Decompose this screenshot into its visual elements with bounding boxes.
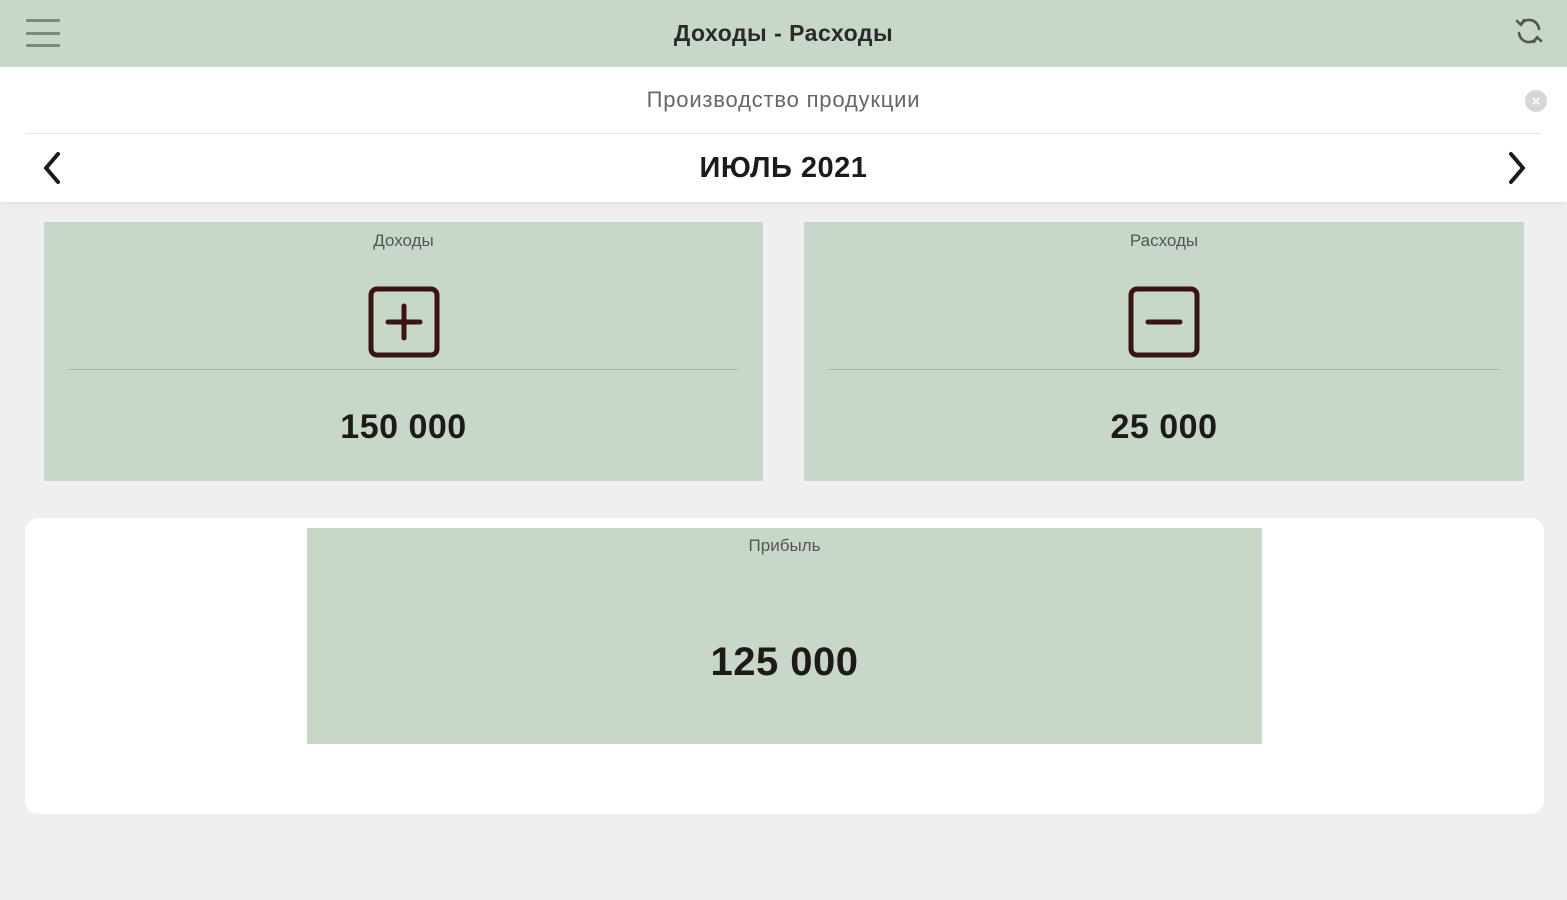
- expense-value: 25 000: [1110, 408, 1218, 446]
- chevron-left-icon[interactable]: [38, 150, 68, 186]
- category-filter-value[interactable]: Производство продукции: [647, 87, 921, 113]
- clear-circle-icon[interactable]: ×: [1525, 90, 1547, 112]
- income-tile[interactable]: Доходы 150 000: [44, 222, 763, 481]
- profit-label: Прибыль: [748, 536, 821, 555]
- income-divider: [68, 369, 739, 370]
- income-value: 150 000: [340, 408, 467, 446]
- chevron-right-icon[interactable]: [1501, 150, 1531, 186]
- plus-square-icon[interactable]: [368, 286, 440, 358]
- income-label: Доходы: [373, 231, 434, 250]
- period-label[interactable]: ИЮЛЬ 2021: [700, 152, 868, 185]
- sync-icon[interactable]: [1513, 15, 1545, 47]
- filter-card: Производство продукции × ИЮЛЬ 2021: [0, 67, 1567, 202]
- expense-label: Расходы: [1129, 231, 1199, 250]
- app-bar: Доходы - Расходы: [0, 0, 1567, 67]
- profit-card: Прибыль 125 000: [25, 518, 1544, 814]
- hamburger-menu-icon[interactable]: [26, 19, 60, 47]
- expense-divider: [828, 369, 1500, 370]
- app-title: Доходы - Расходы: [673, 20, 894, 46]
- category-filter[interactable]: Производство продукции ×: [26, 67, 1547, 134]
- expense-tile[interactable]: Расходы 25 000: [804, 222, 1524, 481]
- profit-value: 125 000: [710, 640, 859, 684]
- profit-tile: Прибыль 125 000: [307, 528, 1262, 744]
- period-selector: ИЮЛЬ 2021: [0, 134, 1567, 202]
- minus-square-icon[interactable]: [1128, 286, 1200, 358]
